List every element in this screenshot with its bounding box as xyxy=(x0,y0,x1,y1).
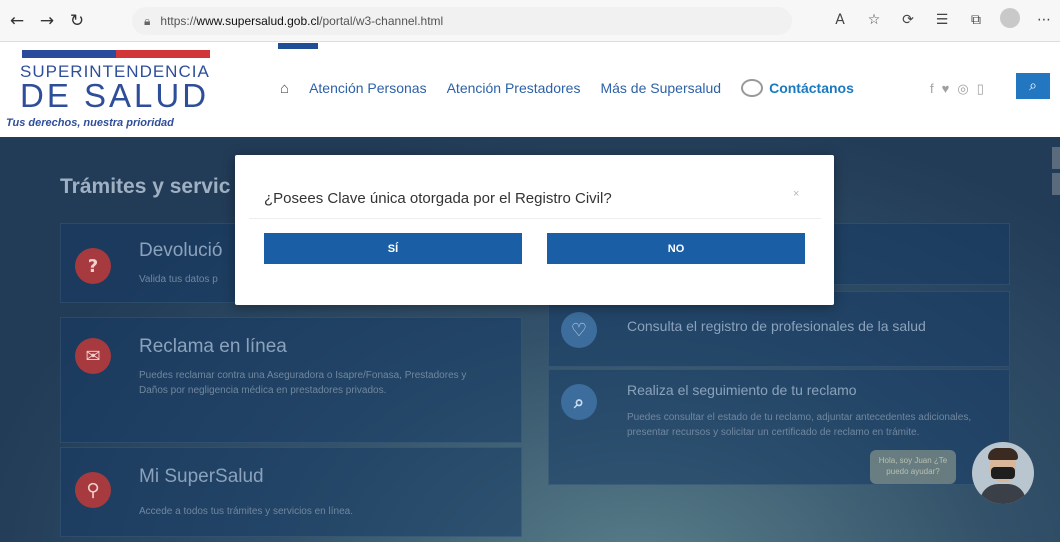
more-icon[interactable]: ⋯ xyxy=(1034,12,1054,28)
clave-unica-dialog: ¿Posees Clave única otorgada por el Regi… xyxy=(235,155,834,305)
profile-icon[interactable] xyxy=(1000,8,1020,32)
nav-contactanos[interactable]: Contáctanos xyxy=(741,79,854,97)
read-aloud-icon[interactable]: A xyxy=(830,12,850,28)
social-links: f ♥ ◎ ▯ xyxy=(930,81,984,97)
instagram-icon[interactable]: ◎ xyxy=(957,81,968,97)
nav-contactanos-label: Contáctanos xyxy=(769,80,854,96)
toolbar-icons: A ☆ ⟳ ☰ ⧉ ⋯ xyxy=(830,8,1054,32)
favorite-icon[interactable]: ☆ xyxy=(864,12,884,28)
dialog-question: ¿Posees Clave única otorgada por el Regi… xyxy=(264,190,612,207)
site-header: SUPERINTENDENCIA DE SALUD Tus derechos, … xyxy=(0,43,1060,137)
nav-mas-supersalud[interactable]: Más de Supersalud xyxy=(600,80,721,96)
search-icon: ⌕ xyxy=(1029,78,1037,94)
nav-atencion-prestadores[interactable]: Atención Prestadores xyxy=(447,80,581,96)
back-icon[interactable]: ← xyxy=(4,8,30,34)
logo-color-bar xyxy=(22,50,210,58)
favorites-bar-icon[interactable]: ☰ xyxy=(932,12,952,28)
twitter-icon[interactable]: ♥ xyxy=(942,81,950,97)
lock-icon: 🔒︎ xyxy=(144,13,151,28)
url-host: www.supersalud.gob.cl xyxy=(196,14,320,28)
nav-atencion-personas[interactable]: Atención Personas xyxy=(309,80,427,96)
logo-tagline: Tus derechos, nuestra prioridad xyxy=(6,117,174,129)
logo-main-text[interactable]: DE SALUD xyxy=(20,78,209,114)
home-icon[interactable]: ⌂ xyxy=(280,80,289,97)
facebook-icon[interactable]: f xyxy=(930,81,934,97)
no-button[interactable]: NO xyxy=(547,233,805,264)
forward-icon[interactable]: → xyxy=(34,8,60,34)
nav-active-marker xyxy=(278,43,318,49)
reload-icon[interactable]: ↻ xyxy=(64,8,90,34)
extensions-icon[interactable]: ⟳ xyxy=(898,12,918,28)
browser-toolbar: ← → ↻ 🔒︎ https://www.supersalud.gob.cl/p… xyxy=(0,0,1060,42)
collections-icon[interactable]: ⧉ xyxy=(966,12,986,28)
search-button[interactable]: ⌕ xyxy=(1016,73,1050,99)
url-prefix: https:// xyxy=(160,14,197,28)
chat-bubble-icon xyxy=(741,79,764,97)
url-path: /portal/w3-channel.html xyxy=(319,14,444,28)
mobile-icon[interactable]: ▯ xyxy=(977,81,984,97)
close-icon[interactable]: × xyxy=(793,188,799,200)
dialog-divider xyxy=(249,218,821,219)
yes-button[interactable]: SÍ xyxy=(264,233,522,264)
main-nav: ⌂ Atención Personas Atención Prestadores… xyxy=(280,79,854,97)
address-bar[interactable]: 🔒︎ https://www.supersalud.gob.cl/portal/… xyxy=(132,7,792,35)
